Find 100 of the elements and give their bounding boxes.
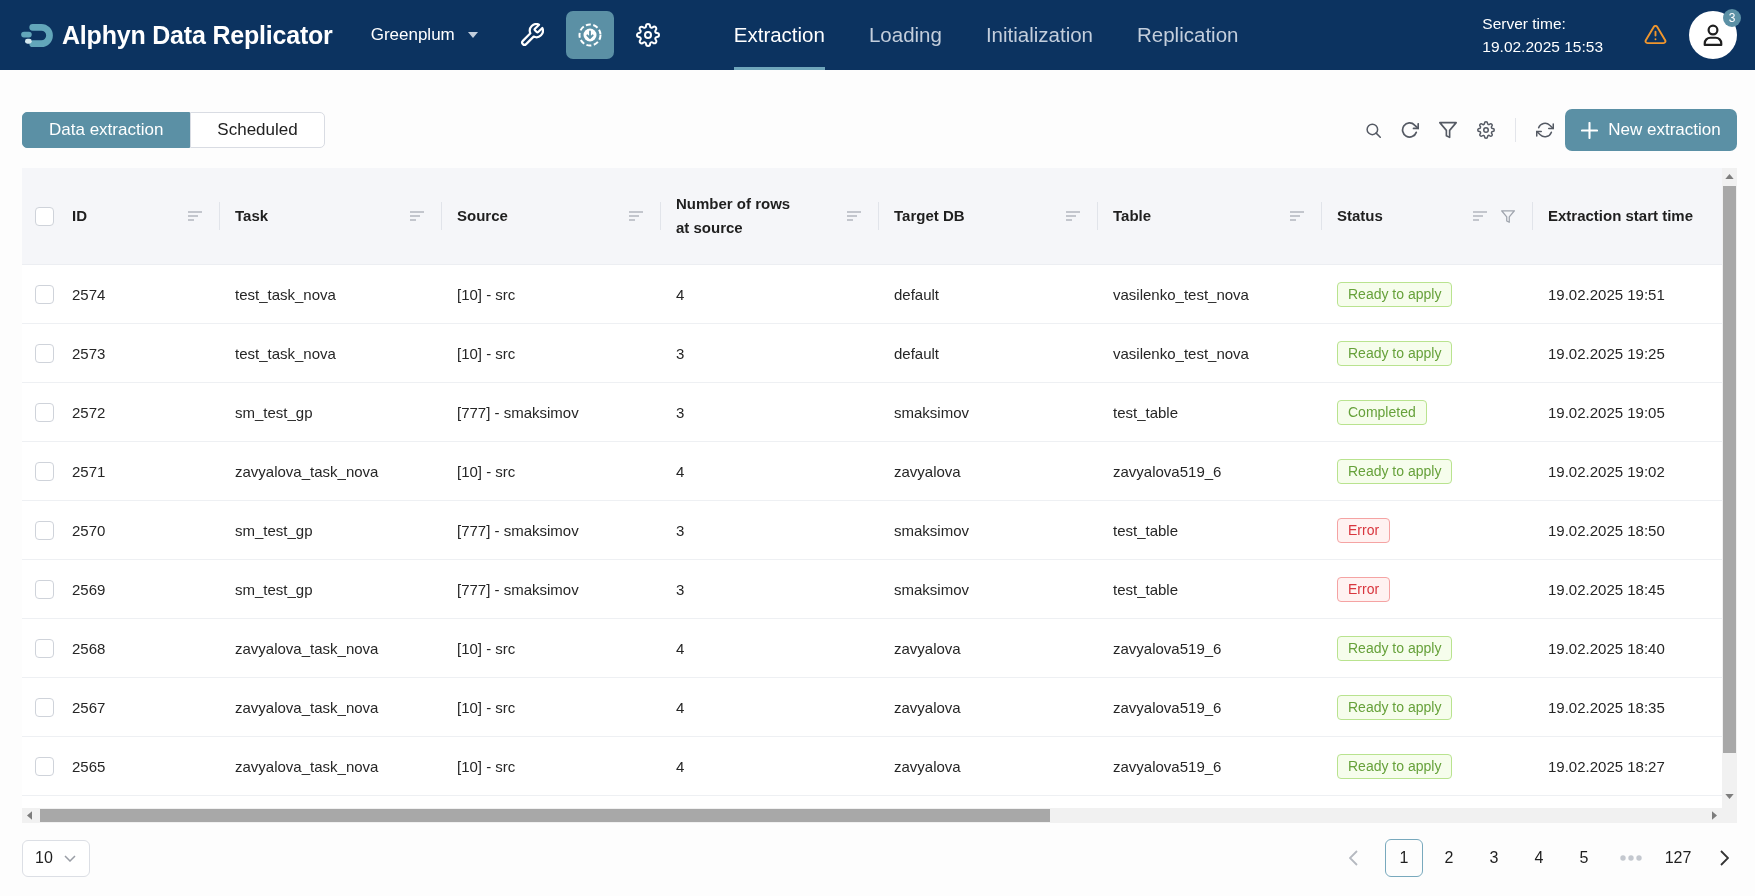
sort-icon[interactable] — [1066, 211, 1080, 221]
row-checkbox[interactable] — [35, 579, 54, 599]
page-size-select[interactable]: 10 — [22, 839, 90, 877]
status-badge: Error — [1337, 576, 1391, 602]
refresh-icon[interactable] — [1401, 121, 1419, 139]
table-cell: 4 — [676, 285, 685, 303]
table-cell: vasilenko_test_nova — [1113, 344, 1249, 362]
nav-tab[interactable]: Loading — [868, 0, 942, 70]
table-cell: 2569 — [72, 580, 106, 598]
column-header: Status — [1337, 206, 1383, 226]
column-header: Source — [457, 206, 508, 226]
table-cell: [777] - smaksimov — [457, 403, 579, 421]
column-header: Number of rows at source — [676, 194, 792, 238]
scroll-left-icon[interactable] — [27, 811, 32, 820]
new-extraction-button[interactable]: New extraction — [1565, 109, 1737, 151]
table-cell: 19.02.2025 18:27 — [1548, 757, 1665, 775]
page-button[interactable]: 5 — [1565, 839, 1603, 877]
table-cell: default — [894, 285, 940, 303]
filter-icon[interactable] — [1439, 121, 1457, 139]
table-cell: test_table — [1113, 580, 1179, 598]
download-icon — [577, 23, 602, 47]
table-cell: 2573 — [72, 344, 106, 362]
table-cell: [10] - src — [457, 757, 516, 775]
table-cell: zavyalova_task_nova — [235, 639, 379, 657]
page-button[interactable]: 1 — [1385, 839, 1423, 877]
status-badge: Error — [1337, 517, 1391, 543]
row-checkbox[interactable] — [35, 284, 54, 304]
page-button[interactable]: 2 — [1430, 839, 1468, 877]
page-button[interactable]: 4 — [1520, 839, 1558, 877]
status-badge: Completed — [1337, 399, 1427, 425]
table-cell: zavyalova519_6 — [1113, 462, 1222, 480]
table-cell: zavyalova — [894, 462, 961, 480]
table-cell: zavyalova_task_nova — [235, 462, 379, 480]
table-cell: 19.02.2025 19:05 — [1548, 403, 1665, 421]
row-checkbox[interactable] — [35, 756, 54, 776]
table-cell: smaksimov — [894, 403, 969, 421]
table-cell: 19.02.2025 18:40 — [1548, 639, 1665, 657]
table-cell: test_task_nova — [235, 344, 336, 362]
table-cell: zavyalova519_6 — [1113, 757, 1222, 775]
table-cell: 19.02.2025 19:51 — [1548, 285, 1665, 303]
next-page-icon[interactable] — [1720, 850, 1729, 866]
nav-tab[interactable]: Initialization — [985, 0, 1093, 70]
table-cell: 4 — [676, 698, 685, 716]
page-button[interactable]: 127 — [1659, 839, 1697, 877]
scrollbar-thumb[interactable] — [40, 809, 1050, 822]
row-checkbox[interactable] — [35, 638, 54, 658]
search-icon[interactable] — [1366, 122, 1381, 138]
sort-icon[interactable] — [629, 211, 643, 221]
status-badge: Ready to apply — [1337, 635, 1453, 661]
sync-icon[interactable] — [1536, 121, 1554, 139]
table-cell: 3 — [676, 344, 685, 362]
sort-icon[interactable] — [1473, 211, 1487, 221]
view-tab[interactable]: Scheduled — [190, 112, 325, 148]
status-badge: Ready to apply — [1337, 753, 1453, 779]
sort-icon[interactable] — [188, 211, 202, 221]
plus-icon — [1581, 121, 1599, 139]
column-header: Extraction start time — [1548, 206, 1694, 226]
row-checkbox[interactable] — [35, 402, 54, 422]
row-checkbox[interactable] — [35, 520, 54, 540]
nav-tab[interactable]: Extraction — [733, 0, 825, 70]
page-button[interactable]: 3 — [1475, 839, 1513, 877]
user-icon — [1703, 24, 1723, 46]
warning-icon[interactable] — [1644, 25, 1667, 45]
table-cell: sm_test_gp — [235, 580, 313, 598]
table-cell: [10] - src — [457, 462, 516, 480]
table-cell: 19.02.2025 18:35 — [1548, 698, 1665, 716]
database-select[interactable]: Greenplum — [370, 15, 478, 55]
select-all-checkbox[interactable] — [35, 206, 54, 226]
table-cell: 2574 — [72, 285, 106, 303]
table-cell: [10] - src — [457, 698, 516, 716]
sort-icon[interactable] — [1290, 211, 1304, 221]
table-cell: smaksimov — [894, 580, 969, 598]
row-checkbox[interactable] — [35, 697, 54, 717]
scrollbar-thumb[interactable] — [1723, 186, 1736, 753]
table-cell: [777] - smaksimov — [457, 580, 579, 598]
column-header: Task — [235, 206, 269, 226]
status-badge: Ready to apply — [1337, 281, 1453, 307]
column-header: Target DB — [894, 206, 965, 226]
settings-icon[interactable] — [1477, 121, 1495, 139]
row-checkbox[interactable] — [35, 343, 54, 363]
sort-icon[interactable] — [847, 211, 861, 221]
table-cell: test_table — [1113, 403, 1179, 421]
view-tab[interactable]: Data extraction — [22, 112, 191, 148]
sort-icon[interactable] — [410, 211, 424, 221]
table-cell: zavyalova519_6 — [1113, 698, 1222, 716]
wrench-icon — [519, 23, 544, 47]
scroll-right-icon[interactable] — [1712, 811, 1717, 820]
table-cell: 2571 — [72, 462, 106, 480]
row-checkbox[interactable] — [35, 461, 54, 481]
table-cell: test_table — [1113, 521, 1179, 539]
table-cell: 4 — [676, 462, 685, 480]
scroll-down-icon[interactable] — [1725, 794, 1734, 799]
logo-icon[interactable] — [21, 22, 54, 48]
tool-button[interactable] — [565, 11, 614, 59]
scroll-up-icon[interactable] — [1725, 174, 1734, 179]
table-cell: [777] - smaksimov — [457, 521, 579, 539]
ellipsis-icon[interactable] — [1620, 855, 1642, 861]
table-cell: 2572 — [72, 403, 106, 421]
nav-tab[interactable]: Replication — [1137, 0, 1239, 70]
chevron-down-icon — [63, 854, 76, 862]
